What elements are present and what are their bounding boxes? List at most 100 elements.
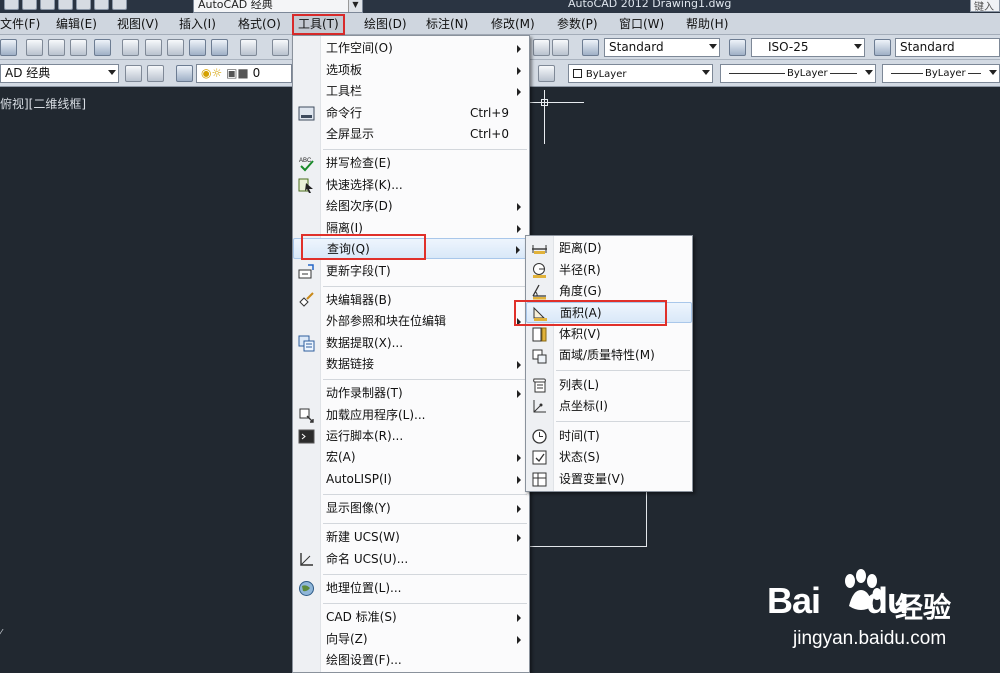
menu-item-drafting-settings[interactable]: 绘图设置(F)... bbox=[293, 650, 529, 671]
table-style-select[interactable]: Standard bbox=[895, 38, 1000, 57]
menu-item-label: 数据链接 bbox=[326, 357, 375, 371]
save-icon[interactable] bbox=[40, 0, 55, 10]
dim-style-select[interactable]: ISO-25 bbox=[751, 38, 865, 57]
chevron-down-icon[interactable]: ▼ bbox=[348, 0, 362, 12]
menu-item-inquiry[interactable]: 查询(Q) bbox=[293, 238, 529, 259]
menu-window[interactable]: 窗口(W) bbox=[619, 16, 664, 33]
menu-modify[interactable]: 修改(M) bbox=[491, 16, 535, 33]
undo-icon[interactable] bbox=[240, 39, 257, 56]
menu-item-wizards[interactable]: 向导(Z) bbox=[293, 629, 529, 650]
menu-parametric[interactable]: 参数(P) bbox=[557, 16, 598, 33]
menu-item-action-recorder[interactable]: 动作录制器(T) bbox=[293, 383, 529, 404]
plot-icon[interactable] bbox=[26, 39, 43, 56]
menu-insert[interactable]: 插入(I) bbox=[179, 16, 216, 33]
block-editor-icon[interactable] bbox=[211, 39, 228, 56]
workspace-switcher[interactable]: AutoCAD 经典 ▼ bbox=[193, 0, 363, 13]
menu-item-id-point[interactable]: 点坐标(I) bbox=[526, 396, 692, 417]
menu-view[interactable]: 视图(V) bbox=[117, 16, 159, 33]
save-as-icon[interactable] bbox=[58, 0, 73, 10]
menu-tools[interactable]: 工具(T) bbox=[292, 14, 345, 35]
menu-draw[interactable]: 绘图(D) bbox=[364, 16, 407, 33]
menu-item-named-ucs[interactable]: 命名 UCS(U)... bbox=[293, 549, 529, 570]
cut-icon[interactable] bbox=[122, 39, 139, 56]
menu-item-distance[interactable]: 距离(D) bbox=[526, 238, 692, 259]
menu-item-set-variable[interactable]: 设置变量(V) bbox=[526, 469, 692, 490]
text-style-select[interactable]: Standard bbox=[604, 38, 720, 57]
submenu-arrow-icon bbox=[517, 225, 521, 233]
menu-item-data-links[interactable]: 数据链接 bbox=[293, 354, 529, 375]
menu-item-status[interactable]: 状态(S) bbox=[526, 447, 692, 468]
menu-item-clean-screen[interactable]: 全屏显示 Ctrl+0 bbox=[293, 124, 529, 145]
menu-item-time[interactable]: 时间(T) bbox=[526, 426, 692, 447]
menu-format[interactable]: 格式(O) bbox=[238, 16, 281, 33]
new-icon[interactable] bbox=[4, 0, 19, 10]
menu-item-angle[interactable]: 角度(G) bbox=[526, 281, 692, 302]
make-current-icon[interactable] bbox=[538, 65, 555, 82]
publish-icon[interactable] bbox=[70, 39, 87, 56]
menu-item-xref-edit[interactable]: 外部参照和块在位编辑 bbox=[293, 311, 529, 332]
search-input[interactable]: 键入 bbox=[970, 0, 1000, 13]
help-icon[interactable] bbox=[552, 39, 569, 56]
copy-icon[interactable] bbox=[145, 39, 162, 56]
menu-item-mass-properties[interactable]: 面域/质量特性(M) bbox=[526, 345, 692, 366]
menu-item-workspaces[interactable]: 工作空间(O) bbox=[293, 38, 529, 59]
menu-item-block-editor[interactable]: 块编辑器(B) bbox=[293, 290, 529, 311]
color-select[interactable]: ByLayer bbox=[568, 64, 713, 83]
menu-item-draw-order[interactable]: 绘图次序(D) bbox=[293, 196, 529, 217]
lineweight-select[interactable]: ByLayer bbox=[882, 64, 1000, 83]
menu-item-palettes[interactable]: 选项板 bbox=[293, 60, 529, 81]
menu-item-isolate[interactable]: 隔离(I) bbox=[293, 218, 529, 239]
match-properties-icon[interactable] bbox=[189, 39, 206, 56]
linetype-select[interactable]: ByLayer bbox=[720, 64, 876, 83]
menu-item-new-ucs[interactable]: 新建 UCS(W) bbox=[293, 527, 529, 548]
quick-select-icon bbox=[298, 178, 313, 193]
paste-icon[interactable] bbox=[167, 39, 184, 56]
command-line-icon bbox=[298, 106, 315, 121]
layer-manager-icon[interactable] bbox=[176, 65, 193, 82]
layer-select[interactable]: ◉☼ ▣■ 0 bbox=[196, 64, 292, 83]
open-icon[interactable] bbox=[22, 0, 37, 10]
properties-icon[interactable] bbox=[533, 39, 550, 56]
menu-item-volume[interactable]: 体积(V) bbox=[526, 324, 692, 345]
plot-icon[interactable] bbox=[76, 0, 91, 10]
menu-item-autolisp[interactable]: AutoLISP(I) bbox=[293, 469, 529, 490]
menu-item-run-script[interactable]: 运行脚本(R)... bbox=[293, 426, 529, 447]
drawing-rectangle-edge[interactable] bbox=[646, 492, 647, 547]
plot-preview-icon[interactable] bbox=[48, 39, 65, 56]
workspace-select[interactable]: AD 经典 bbox=[0, 64, 119, 83]
menu-item-data-extraction[interactable]: 数据提取(X)... bbox=[293, 333, 529, 354]
menu-item-cad-standards[interactable]: CAD 标准(S) bbox=[293, 607, 529, 628]
menu-file[interactable]: 文件(F) bbox=[0, 16, 40, 33]
menu-item-label: 新建 UCS(W) bbox=[326, 530, 400, 544]
menu-item-update-fields[interactable]: 更新字段(T) bbox=[293, 261, 529, 282]
table-style-icon[interactable] bbox=[874, 39, 891, 56]
menu-item-label: 块编辑器(B) bbox=[326, 293, 392, 307]
drawing-rectangle-edge[interactable] bbox=[530, 546, 647, 547]
workspace-settings-icon[interactable] bbox=[125, 65, 142, 82]
undo-icon[interactable] bbox=[94, 0, 109, 10]
save-icon[interactable] bbox=[0, 39, 17, 56]
menu-help[interactable]: 帮助(H) bbox=[686, 16, 728, 33]
menu-item-display-image[interactable]: 显示图像(Y) bbox=[293, 498, 529, 519]
redo-icon[interactable] bbox=[272, 39, 289, 56]
customize-icon[interactable] bbox=[147, 65, 164, 82]
menu-item-label: 绘图设置(F)... bbox=[326, 653, 402, 667]
menu-edit[interactable]: 编辑(E) bbox=[56, 16, 97, 33]
redo-icon[interactable] bbox=[112, 0, 127, 10]
menu-item-toolbars[interactable]: 工具栏 bbox=[293, 81, 529, 102]
3d-publish-icon[interactable] bbox=[94, 39, 111, 56]
menu-item-area[interactable]: 面积(A) bbox=[526, 302, 692, 323]
text-style-icon[interactable] bbox=[582, 39, 599, 56]
menu-item-list[interactable]: 列表(L) bbox=[526, 375, 692, 396]
menu-dimension[interactable]: 标注(N) bbox=[426, 16, 468, 33]
viewport-label[interactable]: 俯视][二维线框] bbox=[0, 95, 86, 112]
dim-style-icon[interactable] bbox=[729, 39, 746, 56]
menu-item-geographic-location[interactable]: 地理位置(L)... bbox=[293, 578, 529, 599]
menu-item-command-line[interactable]: 命令行 Ctrl+9 bbox=[293, 103, 529, 124]
crosshair-horizontal bbox=[530, 102, 584, 103]
menu-item-spelling[interactable]: ABC 拼写检查(E) bbox=[293, 153, 529, 174]
menu-item-load-application[interactable]: 加载应用程序(L)... bbox=[293, 405, 529, 426]
menu-item-macro[interactable]: 宏(A) bbox=[293, 447, 529, 468]
menu-item-radius[interactable]: 半径(R) bbox=[526, 260, 692, 281]
menu-item-quick-select[interactable]: 快速选择(K)... bbox=[293, 175, 529, 196]
